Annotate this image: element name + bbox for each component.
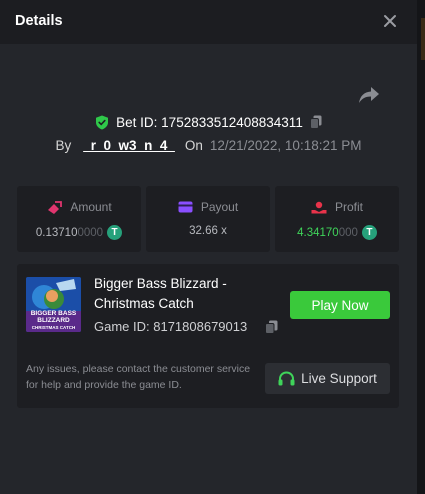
amount-icon <box>48 200 63 214</box>
game-thumbnail[interactable]: BIGGER BASS BLIZZARD CHRISTMAS CATCH <box>26 277 81 332</box>
by-label: By <box>55 137 72 153</box>
bet-id-row: Bet ID: 1752833512408834311 <box>0 112 417 132</box>
live-support-button[interactable]: Live Support <box>265 363 390 394</box>
scrollbar-track[interactable] <box>417 0 425 494</box>
amount-value-zeros: 0000 <box>77 226 104 239</box>
bet-details-modal: Details Bet ID: 1752833512408834311 By _… <box>0 0 417 494</box>
stat-amount: Amount 0.13710 0000 T <box>17 186 141 252</box>
play-now-button[interactable]: Play Now <box>290 291 390 319</box>
profit-value-zeros: 000 <box>338 226 358 239</box>
modal-header: Details <box>0 0 417 44</box>
wallet-icon <box>178 201 193 213</box>
tether-icon: T <box>107 225 123 240</box>
live-support-label: Live Support <box>301 371 377 386</box>
on-label: On <box>184 137 203 153</box>
game-id: Game ID: 8171808679013 <box>94 319 248 334</box>
stat-profit: Profit 4.34170 000 T <box>275 186 399 252</box>
share-icon[interactable] <box>358 84 380 104</box>
support-note: Any issues, please contact the customer … <box>26 363 251 391</box>
thumb-line-2: BLIZZARD <box>37 317 70 324</box>
amount-label: Amount <box>70 200 112 214</box>
headset-icon <box>278 370 295 385</box>
profit-value: 4.34170 <box>297 226 339 239</box>
profit-label: Profit <box>334 200 363 214</box>
tether-icon: T <box>361 225 377 240</box>
thumb-line-1: BIGGER BASS <box>30 310 77 317</box>
close-icon[interactable] <box>380 11 400 31</box>
game-title[interactable]: Bigger Bass Blizzard - Christmas Catch <box>94 274 274 314</box>
copy-icon[interactable] <box>265 320 278 334</box>
amount-value: 0.13710 <box>35 226 78 239</box>
modal-title: Details <box>15 13 63 29</box>
stat-payout: Payout 32.66 x <box>146 186 270 252</box>
bet-datetime: 12/21/2022, 10:18:21 PM <box>209 137 362 153</box>
bet-meta-row: By _r_0_w3_n_4_ On 12/21/2022, 10:18:21 … <box>0 136 417 154</box>
username-link[interactable]: _r_0_w3_n_4_ <box>83 138 175 153</box>
scrollbar-thumb[interactable] <box>421 18 425 60</box>
payout-value: 32.66 x <box>189 225 227 237</box>
copy-icon[interactable] <box>309 115 322 129</box>
profit-icon <box>311 201 327 213</box>
thumb-line-3: CHRISTMAS CATCH <box>31 325 76 330</box>
game-card: BIGGER BASS BLIZZARD CHRISTMAS CATCH Big… <box>17 264 399 408</box>
payout-label: Payout <box>200 200 239 214</box>
bet-id: Bet ID: 1752833512408834311 <box>116 114 303 130</box>
shield-check-icon <box>96 115 109 129</box>
